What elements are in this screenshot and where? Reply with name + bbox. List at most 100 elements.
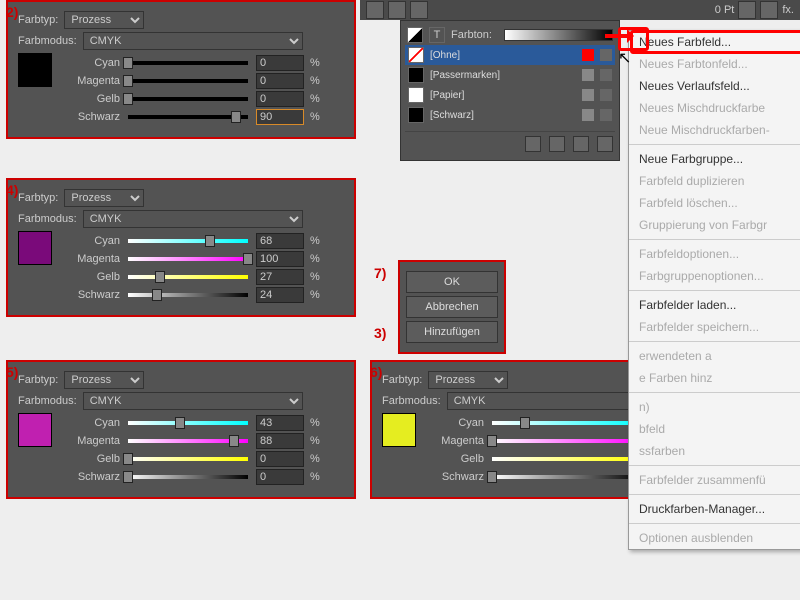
swatch-chip [408,67,424,83]
menu-item: e Farben hinz [629,367,800,389]
gelb-slider[interactable] [128,95,248,103]
tint-slider[interactable] [504,29,613,41]
farbmodus-select[interactable]: CMYK [83,392,303,410]
menu-item: Farbfelder zusammenfü [629,469,800,491]
menu-item: Farbfeld duplizieren [629,170,800,192]
add-button[interactable]: Hinzufügen [406,321,498,343]
step-label-3: 3) [374,325,386,341]
new-swatch-icon[interactable] [573,136,589,152]
magenta-slider[interactable] [128,437,248,445]
swatch-name: [Passermarken] [430,70,576,81]
step-label-2: 2) [6,4,18,20]
gelb-value[interactable] [256,91,304,107]
farbmodus-select[interactable]: CMYK [83,32,303,50]
menu-item: Farbfeld löschen... [629,192,800,214]
farbmodus-select[interactable]: CMYK [83,210,303,228]
text-icon[interactable]: T [429,27,445,43]
farbtyp-select[interactable]: Prozess [64,11,144,29]
step-label-4: 4) [6,182,18,198]
schwarz-value[interactable] [256,109,304,125]
swatch-row[interactable]: [Ohne] [405,45,615,65]
gelb-slider[interactable] [492,455,642,463]
schwarz-slider[interactable] [128,113,248,121]
swatch-row[interactable]: [Papier] [405,85,615,105]
menu-item: Neues Mischdruckfarbe [629,97,800,119]
cyan-slider[interactable] [492,419,642,427]
swatches-panel: T Farbton: [Ohne] [Passermarken] [Papier] [… [400,20,620,161]
swatch-mode-icon [600,69,612,81]
new-group-icon[interactable] [525,136,541,152]
tb-icon[interactable] [366,1,384,19]
farbtyp-label: Farbtyp: [18,14,58,26]
trash-icon[interactable] [597,136,613,152]
fill-stroke-icon[interactable] [407,27,423,43]
menu-item[interactable]: Neue Farbgruppe... [629,148,800,170]
cyan-slider[interactable] [128,237,248,245]
swatch-type-icon [582,89,594,101]
cursor-icon: ↖ [618,48,631,68]
swatch-preview [18,413,52,447]
step-label-5: 5) [6,364,18,380]
cyan-value[interactable] [256,55,304,71]
menu-item: erwendeten a [629,345,800,367]
menu-item: Gruppierung von Farbgr [629,214,800,236]
swatch-name: [Papier] [430,90,576,101]
step-label-6: 6) [370,364,382,380]
swatch-name: [Ohne] [430,50,576,61]
farbtyp-select[interactable]: Prozess [64,371,144,389]
app-toolbar: 0 Pt fx. [360,0,800,20]
swatch-preview [18,53,52,87]
tb-icon[interactable] [760,1,778,19]
swatch-chip [408,107,424,123]
magenta-slider[interactable] [492,437,642,445]
schwarz-slider[interactable] [128,291,248,299]
swatch-preview [18,231,52,265]
tb-icon[interactable] [738,1,756,19]
menu-item: ssfarben [629,440,800,462]
swatch-type-icon [582,69,594,81]
menu-item: n) [629,396,800,418]
swatch-type-icon [582,109,594,121]
magenta-slider[interactable] [128,255,248,263]
cyan-slider[interactable] [128,59,248,67]
swatch-mode-icon [600,109,612,121]
cmyk-panel-2: 2) Farbtyp:Prozess Farbmodus:CMYK Cyan% … [6,0,356,139]
magenta-slider[interactable] [128,77,248,85]
menu-item: Neues Farbtonfeld... [629,53,800,75]
tb-icon[interactable] [388,1,406,19]
arrow-annotation [605,34,633,38]
swatch-row[interactable]: [Passermarken] [405,65,615,85]
farbtyp-select[interactable]: Prozess [64,189,144,207]
gelb-slider[interactable] [128,273,248,281]
dialog-buttons: OK Abbrechen Hinzufügen [398,260,506,354]
farbtyp-select[interactable]: Prozess [428,371,508,389]
farbmodus-label: Farbmodus: [18,35,77,47]
new-folder-icon[interactable] [549,136,565,152]
swatch-chip [408,87,424,103]
menu-item-highlight [630,30,800,54]
swatch-mode-icon [600,89,612,101]
cancel-button[interactable]: Abbrechen [406,296,498,318]
gelb-slider[interactable] [128,455,248,463]
swatch-type-icon [582,49,594,61]
swatch-mode-icon [600,49,612,61]
cmyk-panel-5: 5) Farbtyp:Prozess Farbmodus:CMYK Cyan% … [6,360,356,499]
tb-icon[interactable] [410,1,428,19]
swatches-flyout-menu: Neues Farbfeld...Neues Farbtonfeld...Neu… [628,30,800,550]
ok-button[interactable]: OK [406,271,498,293]
cmyk-panel-4: 4) Farbtyp:Prozess Farbmodus:CMYK Cyan% … [6,178,356,317]
magenta-value[interactable] [256,73,304,89]
menu-item: Farbfelder speichern... [629,316,800,338]
menu-item[interactable]: Druckfarben-Manager... [629,498,800,520]
cyan-slider[interactable] [128,419,248,427]
swatch-row[interactable]: [Schwarz] [405,105,615,125]
tint-label: Farbton: [451,29,492,41]
menu-item[interactable]: Farbfelder laden... [629,294,800,316]
menu-item: Optionen ausblenden [629,527,800,549]
schwarz-slider[interactable] [128,473,248,481]
stroke-value: 0 Pt [715,4,735,16]
menu-item: Farbfeldoptionen... [629,243,800,265]
schwarz-slider[interactable] [492,473,642,481]
menu-item: Farbgruppenoptionen... [629,265,800,287]
menu-item[interactable]: Neues Verlaufsfeld... [629,75,800,97]
